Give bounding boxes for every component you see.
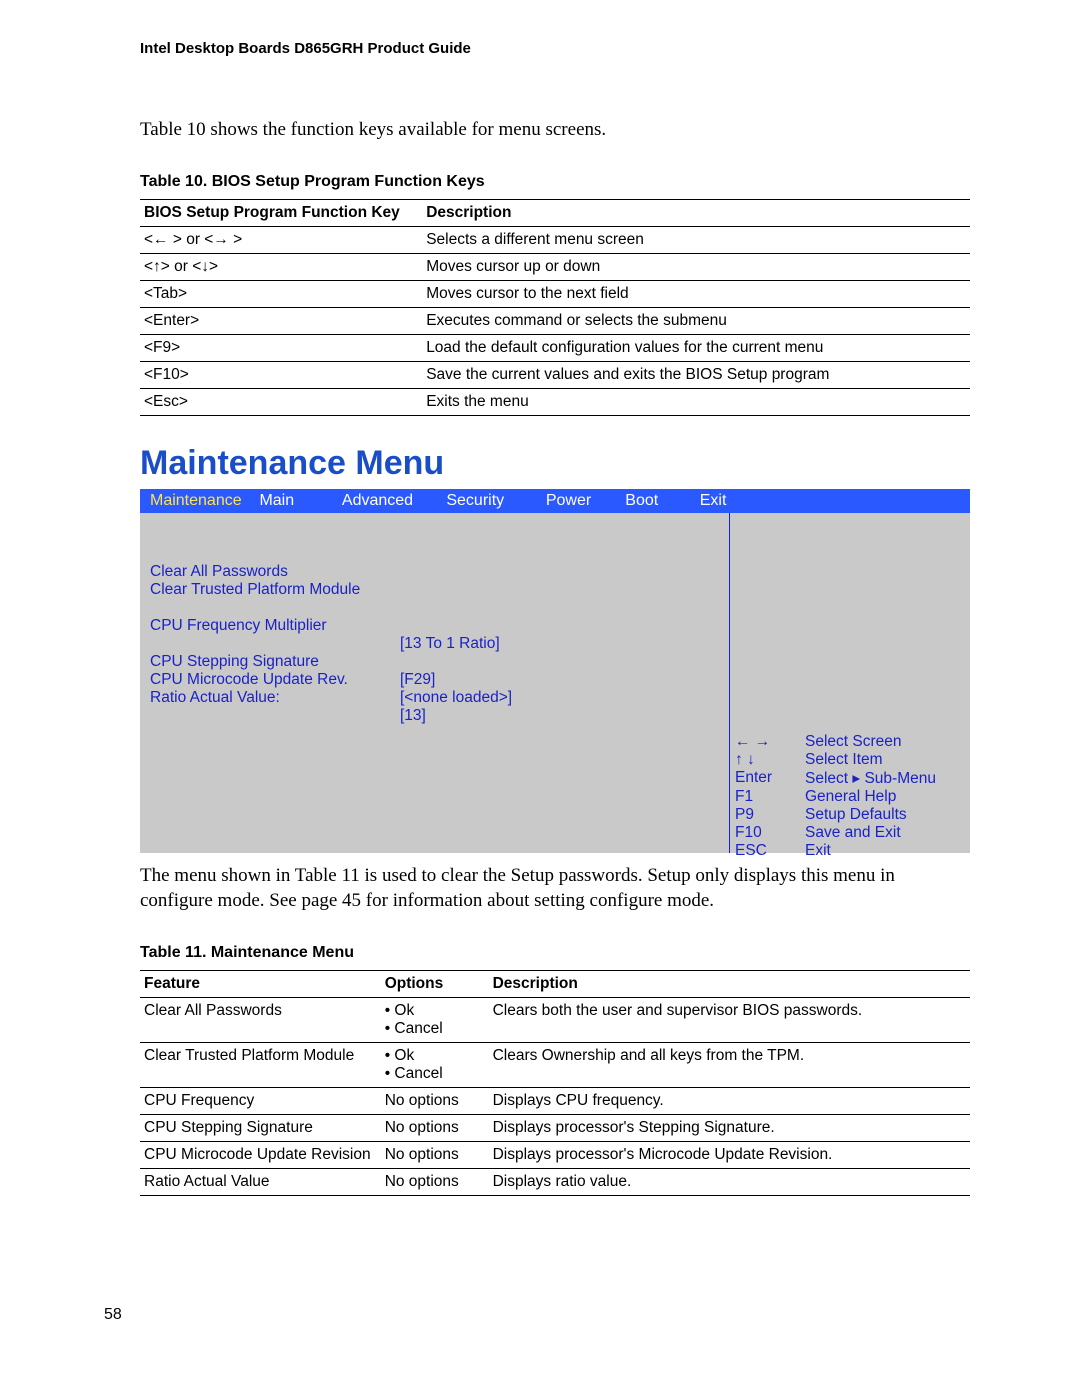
document-header: Intel Desktop Boards D865GRH Product Gui… — [140, 40, 970, 57]
t10-cell: <↑> or <↓> — [140, 253, 422, 280]
bios-value: [13] — [400, 707, 512, 725]
bios-value: [13 To 1 Ratio] — [400, 635, 512, 653]
table11: Feature Options Description Clear All Pa… — [140, 970, 970, 1196]
t11-cell: • Ok• Cancel — [381, 1042, 489, 1087]
t10-cell: Selects a different menu screen — [422, 226, 970, 253]
bios-value: [<none loaded>] — [400, 689, 512, 707]
bios-body: Clear All Passwords Clear Trusted Platfo… — [140, 513, 970, 853]
help-key: F1 — [735, 788, 805, 806]
bios-item: CPU Frequency Multiplier — [150, 617, 540, 635]
help-desc: Select ▸ Sub-Menu — [805, 769, 936, 788]
t11-cell: No options — [381, 1141, 489, 1168]
section-title: Maintenance Menu — [140, 444, 970, 483]
t10-cell: <Enter> — [140, 307, 422, 334]
help-key: ESC — [735, 842, 805, 860]
t11-cell: CPU Microcode Update Revision — [140, 1141, 381, 1168]
t11-cell: Ratio Actual Value — [140, 1168, 381, 1195]
t11-header-options: Options — [381, 970, 489, 997]
bios-tab-advanced: Advanced — [342, 492, 442, 510]
help-key: ← → — [735, 733, 805, 751]
t11-cell: No options — [381, 1168, 489, 1195]
help-key: Enter — [735, 769, 805, 788]
table10-header-key: BIOS Setup Program Function Key — [140, 199, 422, 226]
help-desc: Select Item — [805, 751, 883, 769]
t10-cell: <Tab> — [140, 280, 422, 307]
bios-help-panel: ← →Select Screen ↑ ↓Select Item EnterSel… — [735, 733, 960, 860]
t11-cell: Clear Trusted Platform Module — [140, 1042, 381, 1087]
t10-cell: <Esc> — [140, 388, 422, 415]
t10-cell: <← > or <→ > — [140, 226, 422, 253]
bios-item: Clear All Passwords — [150, 563, 540, 581]
t11-cell: Displays CPU frequency. — [489, 1087, 970, 1114]
table11-caption: Table 11. Maintenance Menu — [140, 944, 970, 962]
table10: BIOS Setup Program Function Key Descript… — [140, 199, 970, 416]
t11-cell: No options — [381, 1087, 489, 1114]
t11-cell: Clears Ownership and all keys from the T… — [489, 1042, 970, 1087]
bios-menubar: Maintenance Main Advanced Security Power… — [140, 489, 970, 513]
table10-header-desc: Description — [422, 199, 970, 226]
bios-tab-maintenance: Maintenance — [140, 492, 255, 510]
help-desc: Setup Defaults — [805, 806, 907, 824]
bios-tab-security: Security — [446, 492, 541, 510]
help-desc: General Help — [805, 788, 896, 806]
t10-cell: <F10> — [140, 361, 422, 388]
t10-cell: Moves cursor up or down — [422, 253, 970, 280]
t11-cell: CPU Stepping Signature — [140, 1114, 381, 1141]
t10-cell: <F9> — [140, 334, 422, 361]
t10-cell: Executes command or selects the submenu — [422, 307, 970, 334]
help-desc: Select Screen — [805, 733, 902, 751]
t11-header-desc: Description — [489, 970, 970, 997]
help-desc: Save and Exit — [805, 824, 901, 842]
bios-value: [F29] — [400, 671, 512, 689]
help-key: ↑ ↓ — [735, 751, 805, 769]
bios-tab-main: Main — [259, 492, 337, 510]
bios-item: Clear Trusted Platform Module — [150, 581, 540, 599]
t11-cell: No options — [381, 1114, 489, 1141]
t10-cell: Exits the menu — [422, 388, 970, 415]
help-key: P9 — [735, 806, 805, 824]
t10-cell: Moves cursor to the next field — [422, 280, 970, 307]
t11-cell: Clear All Passwords — [140, 997, 381, 1042]
t10-cell: Load the default configuration values fo… — [422, 334, 970, 361]
bios-tab-exit: Exit — [700, 492, 727, 510]
t10-cell: Save the current values and exits the BI… — [422, 361, 970, 388]
t11-cell: • Ok• Cancel — [381, 997, 489, 1042]
bios-screenshot: Maintenance Main Advanced Security Power… — [140, 489, 970, 853]
table10-caption: Table 10. BIOS Setup Program Function Ke… — [140, 173, 970, 191]
t11-cell: Clears both the user and supervisor BIOS… — [489, 997, 970, 1042]
t11-cell: CPU Frequency — [140, 1087, 381, 1114]
bios-tab-boot: Boot — [625, 492, 695, 510]
t11-cell: Displays processor's Microcode Update Re… — [489, 1141, 970, 1168]
page-number: 58 — [104, 1306, 970, 1324]
help-key: F10 — [735, 824, 805, 842]
t11-cell: Displays ratio value. — [489, 1168, 970, 1195]
bios-tab-power: Power — [546, 492, 621, 510]
help-desc: Exit — [805, 842, 831, 860]
body-paragraph: The menu shown in Table 11 is used to cl… — [140, 863, 970, 914]
t11-cell: Displays processor's Stepping Signature. — [489, 1114, 970, 1141]
intro-paragraph: Table 10 shows the function keys availab… — [140, 117, 970, 143]
t11-header-feature: Feature — [140, 970, 381, 997]
